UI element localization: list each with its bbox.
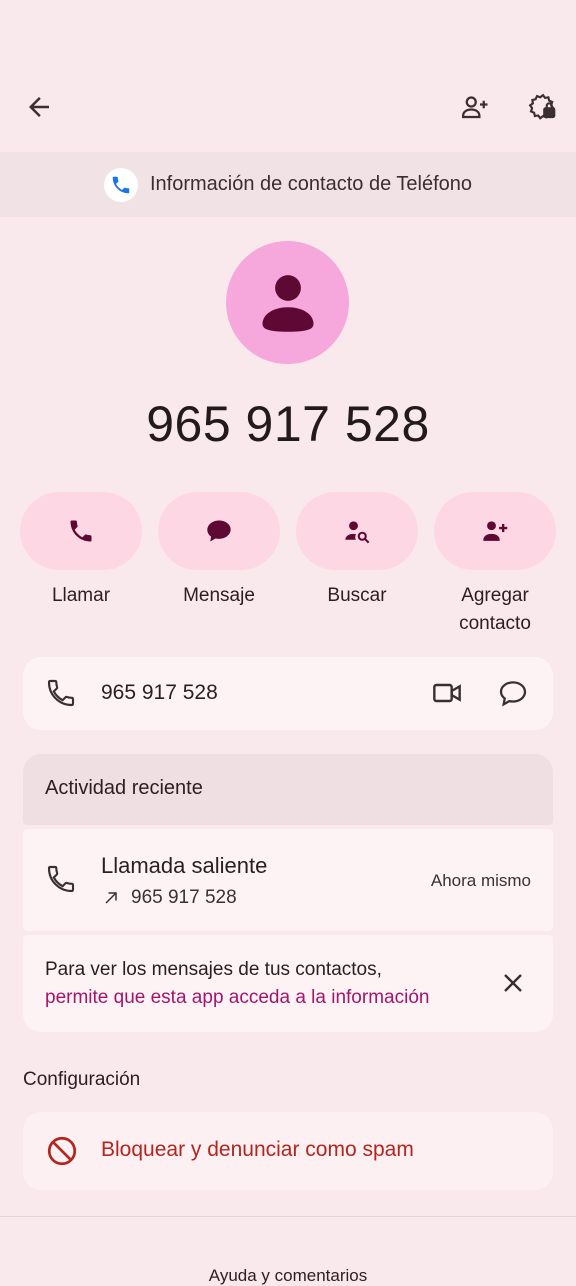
- call-number: 965 917 528: [131, 887, 237, 908]
- top-bar: [0, 0, 576, 150]
- search-label: Buscar: [327, 585, 387, 606]
- person-search-icon: [345, 521, 370, 544]
- contact-info-banner: Información de contacto de Teléfono: [0, 152, 576, 217]
- permission-link[interactable]: permite que esta app acceda a la informa…: [45, 987, 429, 1009]
- close-icon[interactable]: [497, 967, 529, 1004]
- call-type: Llamada saliente: [101, 853, 268, 878]
- call-time: Ahora mismo: [430, 871, 531, 890]
- quick-actions: Llamar Mensaje Buscar Agregar contacto: [0, 492, 576, 642]
- permission-text: Para ver los mensajes de tus contactos,: [45, 959, 382, 980]
- back-arrow-icon[interactable]: [15, 83, 63, 131]
- settings-lock-icon[interactable]: [519, 83, 567, 131]
- divider: [0, 1216, 576, 1217]
- message-label: Mensaje: [183, 585, 255, 606]
- message-bubble-icon: [207, 520, 231, 542]
- outgoing-arrow-icon: [105, 892, 117, 904]
- message-button[interactable]: [158, 492, 280, 570]
- call-label: Llamar: [51, 585, 111, 606]
- settings-title: Configuración: [23, 1069, 141, 1090]
- block-report-spam-button[interactable]: Bloquear y denunciar como spam: [23, 1112, 553, 1190]
- avatar: [226, 241, 349, 364]
- add-contact-label: Agregar contacto: [433, 582, 557, 638]
- call-action[interactable]: Llamar: [19, 492, 143, 610]
- call-detail: 965 917 528: [101, 887, 237, 909]
- phone-app-logo-icon: [103, 167, 138, 202]
- message-outline-icon[interactable]: [497, 677, 529, 714]
- phone-outline-icon: [45, 677, 77, 714]
- person-add-icon: [483, 521, 508, 541]
- contact-phone-number: 965 917 528: [146, 396, 430, 452]
- phone-icon: [70, 520, 92, 542]
- block-report-spam-label: Bloquear y denunciar como spam: [101, 1138, 414, 1161]
- number-card[interactable]: 965 917 528: [23, 657, 553, 730]
- banner-text: Información de contacto de Teléfono: [149, 173, 473, 195]
- add-contact-action[interactable]: Agregar contacto: [433, 492, 557, 638]
- video-call-icon[interactable]: [431, 677, 463, 714]
- add-contact-button[interactable]: [434, 492, 556, 570]
- add-contact-label-line1: Agregar: [461, 585, 529, 606]
- recent-activity-header: Actividad reciente: [23, 754, 553, 825]
- add-contact-icon[interactable]: [451, 83, 499, 131]
- phone-outline-icon: [45, 863, 77, 900]
- call-button[interactable]: [20, 492, 142, 570]
- search-button[interactable]: [296, 492, 418, 570]
- recent-call-item[interactable]: Llamada saliente 965 917 528 Ahora mismo: [23, 829, 553, 931]
- add-contact-label-line2: contacto: [459, 613, 531, 634]
- search-action[interactable]: Buscar: [295, 492, 419, 610]
- number-card-number: 965 917 528: [101, 681, 218, 704]
- recent-activity-title: Actividad reciente: [45, 777, 203, 799]
- permission-card: Para ver los mensajes de tus contactos, …: [23, 935, 553, 1032]
- person-icon: [262, 274, 313, 332]
- block-icon: [45, 1134, 79, 1173]
- message-action[interactable]: Mensaje: [157, 492, 281, 610]
- help-feedback-link[interactable]: Ayuda y comentarios: [0, 1266, 576, 1286]
